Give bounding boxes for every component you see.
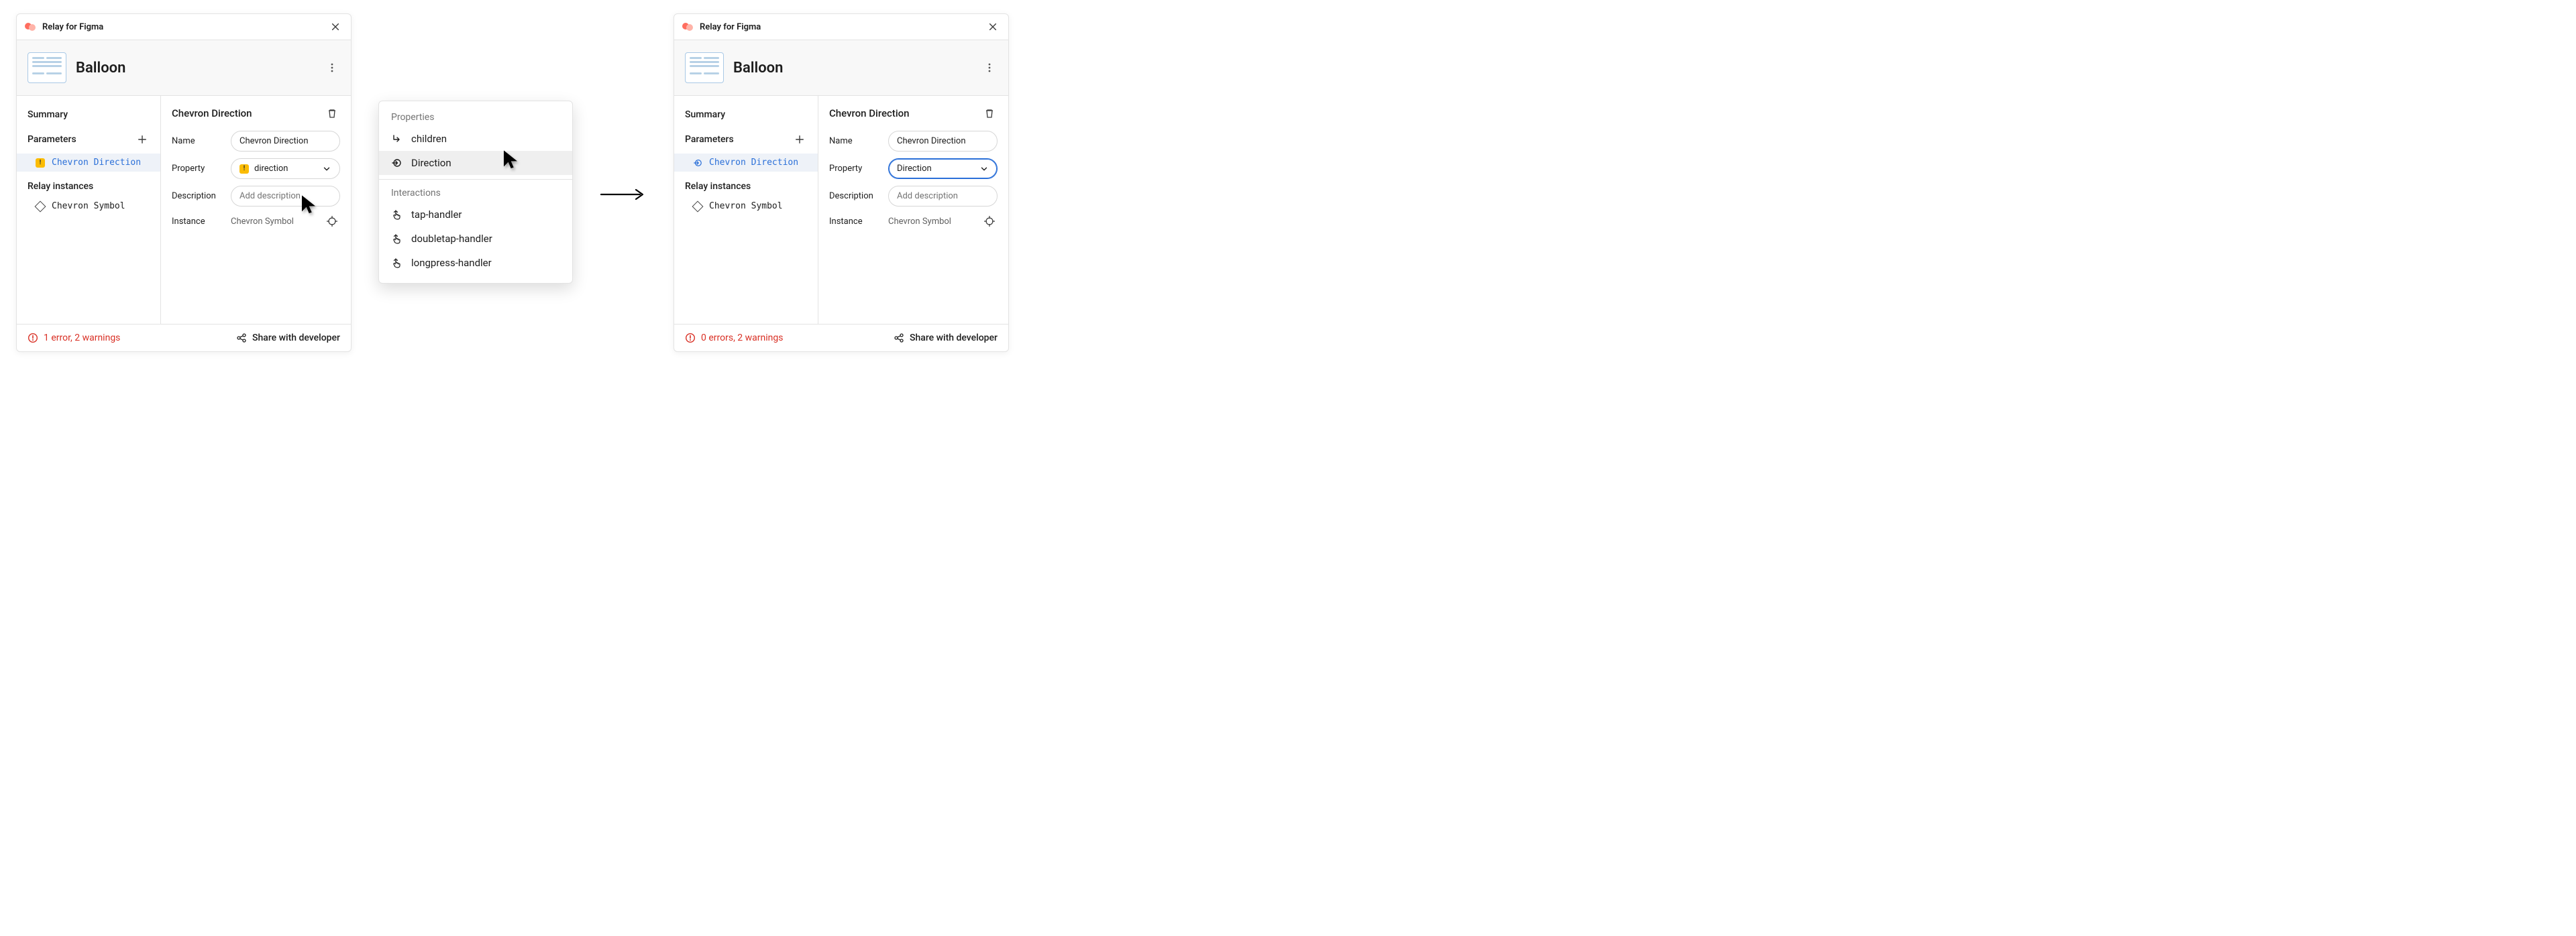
chevron-down-icon [322, 164, 331, 174]
share-with-developer-button[interactable]: Share with developer [236, 333, 340, 343]
detail-title: Chevron Direction [829, 107, 910, 119]
popup-section-interactions: Interactions [379, 184, 572, 202]
sidebar-instances-header: Relay instances [674, 172, 818, 197]
sidebar: Summary Parameters Chevron Direction Rel… [17, 96, 161, 324]
titlebar: Relay for Figma [674, 14, 1008, 40]
component-header: Balloon [17, 40, 351, 96]
sidebar-instance-chevron-symbol[interactable]: Chevron Symbol [674, 197, 818, 215]
relay-panel-before: Relay for Figma Balloon Summary Paramete… [16, 13, 352, 352]
sidebar: Summary Parameters Chevron Direction Rel… [674, 96, 818, 324]
sidebar-instance-chevron-symbol[interactable]: Chevron Symbol [17, 197, 160, 215]
share-icon [894, 333, 904, 343]
delete-parameter-button[interactable] [324, 105, 340, 121]
component-thumbnail [685, 52, 724, 83]
sidebar-instances-header: Relay instances [17, 172, 160, 197]
sidebar-parameters-header: Parameters [674, 127, 818, 154]
description-input[interactable]: Add description [888, 186, 998, 207]
warning-badge-icon [239, 164, 249, 174]
share-with-developer-button[interactable]: Share with developer [894, 333, 998, 343]
relay-panel-after: Relay for Figma Balloon Summary Paramete… [674, 13, 1009, 352]
add-parameter-button[interactable] [135, 132, 150, 147]
detail-pane: Chevron Direction Name Chevron Direction… [161, 96, 351, 324]
diamond-icon [692, 200, 704, 212]
label-description: Description [172, 191, 221, 201]
popup-divider [379, 179, 572, 180]
enter-icon [693, 158, 702, 168]
relay-logo-icon [25, 23, 37, 31]
titlebar: Relay for Figma [17, 14, 351, 40]
detail-pane: Chevron Direction Name Chevron Direction… [818, 96, 1008, 324]
option-doubletap-handler[interactable]: doubletap-handler [379, 227, 572, 251]
plugin-title: Relay for Figma [42, 22, 103, 32]
instance-value: Chevron Symbol [231, 217, 315, 227]
label-description: Description [829, 191, 879, 201]
plugin-title: Relay for Figma [700, 22, 761, 32]
tap-icon [391, 257, 402, 268]
transition-arrow-icon [600, 188, 647, 201]
sidebar-parameters-header: Parameters [17, 127, 160, 154]
alert-icon [28, 333, 38, 343]
option-longpress-handler[interactable]: longpress-handler [379, 251, 572, 275]
tap-icon [391, 209, 402, 220]
locate-instance-button[interactable] [324, 213, 340, 229]
diamond-icon [35, 200, 46, 212]
property-dropdown-menu: Properties children Direction Interactio… [378, 101, 573, 284]
alert-icon [685, 333, 696, 343]
trash-icon [327, 108, 337, 119]
component-name: Balloon [733, 60, 972, 76]
name-input[interactable]: Chevron Direction [888, 131, 998, 152]
instance-value: Chevron Symbol [888, 217, 972, 227]
sidebar-param-chevron-direction[interactable]: Chevron Direction [17, 154, 160, 172]
children-icon [391, 133, 402, 144]
sidebar-param-chevron-direction[interactable]: Chevron Direction [674, 154, 818, 172]
plus-icon [138, 135, 147, 144]
delete-parameter-button[interactable] [981, 105, 998, 121]
label-instance: Instance [829, 217, 879, 227]
close-button[interactable] [328, 19, 343, 34]
component-name: Balloon [76, 60, 315, 76]
detail-title: Chevron Direction [172, 107, 252, 119]
property-select[interactable]: direction [231, 158, 340, 179]
sidebar-summary[interactable]: Summary [17, 104, 160, 127]
label-instance: Instance [172, 217, 221, 227]
add-parameter-button[interactable] [792, 132, 807, 147]
trash-icon [984, 108, 995, 119]
status-bar[interactable]: 0 errors, 2 warnings [685, 333, 783, 343]
kebab-icon [984, 62, 995, 73]
option-tap-handler[interactable]: tap-handler [379, 202, 572, 227]
label-property: Property [172, 164, 221, 174]
label-name: Name [829, 136, 879, 146]
status-bar[interactable]: 1 error, 2 warnings [28, 333, 120, 343]
close-button[interactable] [985, 19, 1000, 34]
kebab-icon [327, 62, 337, 73]
relay-logo-icon [682, 23, 694, 31]
close-icon [988, 22, 998, 32]
option-direction[interactable]: Direction [379, 151, 572, 175]
chevron-down-icon [979, 164, 989, 174]
close-icon [331, 22, 340, 32]
label-name: Name [172, 136, 221, 146]
option-children[interactable]: children [379, 127, 572, 151]
warning-badge-icon [36, 158, 45, 168]
property-select[interactable]: Direction [888, 158, 998, 179]
target-icon [984, 216, 995, 227]
popup-section-properties: Properties [379, 108, 572, 127]
enter-icon [391, 158, 402, 168]
share-icon [236, 333, 247, 343]
component-header: Balloon [674, 40, 1008, 96]
component-thumbnail [28, 52, 66, 83]
component-menu-button[interactable] [981, 60, 998, 76]
sidebar-summary[interactable]: Summary [674, 104, 818, 127]
description-input[interactable]: Add description [231, 186, 340, 207]
locate-instance-button[interactable] [981, 213, 998, 229]
plus-icon [795, 135, 804, 144]
name-input[interactable]: Chevron Direction [231, 131, 340, 152]
tap-icon [391, 233, 402, 244]
target-icon [327, 216, 337, 227]
component-menu-button[interactable] [324, 60, 340, 76]
label-property: Property [829, 164, 879, 174]
